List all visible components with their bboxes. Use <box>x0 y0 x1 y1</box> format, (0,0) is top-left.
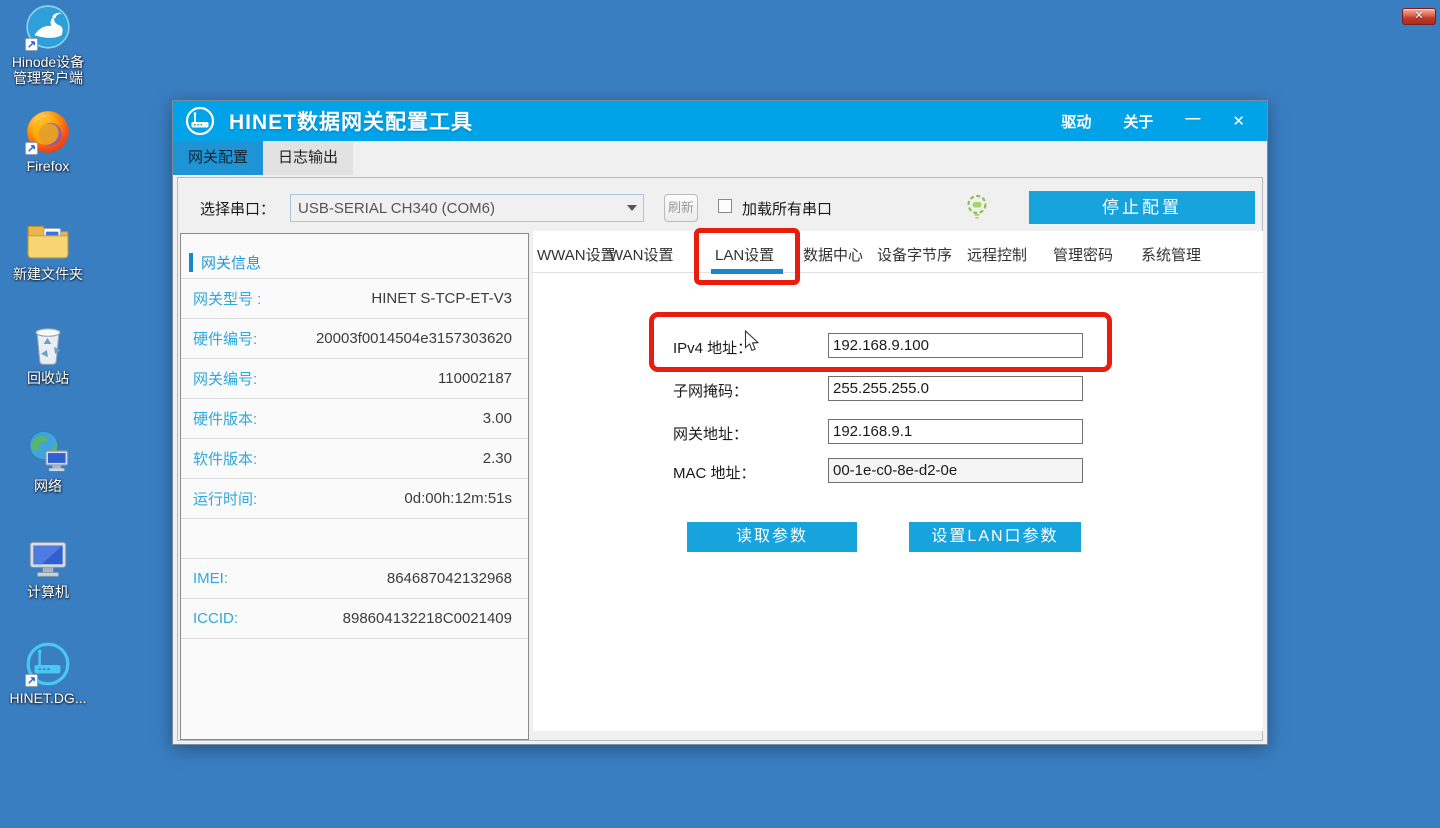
refresh-button[interactable]: 刷新 <box>664 194 698 222</box>
desktop-icon-recycle-bin[interactable]: 回收站 <box>2 320 94 386</box>
shortcut-arrow-icon <box>25 142 38 155</box>
tab-wan-settings[interactable]: WAN设置 <box>609 244 673 265</box>
minimize-button[interactable]: — <box>1185 110 1200 127</box>
about-button[interactable]: 关于 <box>1123 111 1153 132</box>
info-row-empty <box>181 519 528 559</box>
connection-status-icon <box>964 194 990 220</box>
close-button[interactable]: ✕ <box>1232 112 1245 130</box>
tab-byte-order[interactable]: 设备字节序 <box>877 244 952 265</box>
desktop-icon-new-folder[interactable]: 新建文件夹 <box>2 216 94 282</box>
desktop-icon-computer[interactable]: 计算机 <box>2 534 94 600</box>
hinode-client-icon <box>24 4 72 52</box>
desktop-icon-label: Hinode设备 <box>2 54 94 70</box>
desktop-icon-label: 新建文件夹 <box>2 266 94 282</box>
content-frame: 选择串口： USB-SERIAL CH340 (COM6) 刷新 加载所有串口 … <box>177 177 1263 741</box>
serial-port-select[interactable]: USB-SERIAL CH340 (COM6) <box>290 194 644 222</box>
app-window: HINET数据网关配置工具 驱动 关于 — ✕ 网关配置 日志输出 选择串口： … <box>172 100 1268 745</box>
read-params-button[interactable]: 读取参数 <box>687 522 857 552</box>
driver-button[interactable]: 驱动 <box>1061 111 1091 132</box>
desktop-close-button[interactable]: ✕ <box>1402 8 1436 25</box>
desktop-icon-label: 回收站 <box>2 370 94 386</box>
desktop-icon-hinode-client[interactable]: Hinode设备 管理客户端 <box>2 4 94 86</box>
info-row-hardware-id: 硬件编号: 20003f0014504e3157303620 <box>181 319 528 359</box>
gateway-info-header: 网关信息 <box>201 252 261 273</box>
tab-gateway-config[interactable]: 网关配置 <box>173 141 263 175</box>
ipv4-label: IPv4 地址： <box>673 337 752 358</box>
window-title: HINET数据网关配置工具 <box>229 106 473 136</box>
tab-system-management[interactable]: 系统管理 <box>1141 244 1201 265</box>
desktop-icon-hinet-dg[interactable]: HINET.DG... <box>2 640 94 706</box>
tab-data-center[interactable]: 数据中心 <box>803 244 863 265</box>
network-icon <box>24 428 72 476</box>
section-accent-bar <box>189 253 193 272</box>
tab-log-output[interactable]: 日志输出 <box>263 141 353 175</box>
desktop-icon-network[interactable]: 网络 <box>2 428 94 494</box>
desktop-icon-label: HINET.DG... <box>2 690 94 706</box>
tab-lan-settings[interactable]: LAN设置 <box>715 244 774 265</box>
desktop-icon-label: 计算机 <box>2 584 94 600</box>
gateway-addr-input[interactable] <box>828 419 1083 444</box>
chevron-down-icon <box>621 200 643 216</box>
info-row-uptime: 运行时间: 0d:00h:12m:51s <box>181 479 528 519</box>
active-tab-underline <box>711 269 783 274</box>
tab-remote-control[interactable]: 远程控制 <box>967 244 1027 265</box>
info-row-model: 网关型号 : HINET S-TCP-ET-V3 <box>181 279 528 319</box>
mac-addr-input[interactable] <box>828 458 1083 483</box>
tab-wwan-settings[interactable]: WWAN设置 <box>537 244 616 265</box>
shortcut-arrow-icon <box>25 674 38 687</box>
folder-icon <box>24 216 72 264</box>
recycle-bin-icon <box>24 320 72 368</box>
load-all-ports-label: 加载所有串口 <box>742 198 832 219</box>
subnet-mask-label: 子网掩码： <box>673 380 748 401</box>
ipv4-input[interactable] <box>828 333 1083 358</box>
info-row-imei: IMEI: 864687042132968 <box>181 559 528 599</box>
main-tab-bar: 网关配置 日志输出 <box>173 141 1267 175</box>
gateway-info-panel: 网关信息 网关型号 : HINET S-TCP-ET-V3 硬件编号: 2000… <box>180 233 529 740</box>
mac-addr-label: MAC 地址： <box>673 462 756 483</box>
gateway-addr-label: 网关地址： <box>673 423 748 444</box>
computer-icon <box>24 534 72 582</box>
firefox-icon <box>24 108 72 156</box>
titlebar: HINET数据网关配置工具 驱动 关于 — ✕ <box>173 101 1267 141</box>
info-row-iccid: ICCID: 898604132218C0021409 <box>181 599 528 639</box>
load-all-ports-checkbox[interactable] <box>718 199 732 213</box>
info-row-gateway-id: 网关编号: 110002187 <box>181 359 528 399</box>
serial-port-value: USB-SERIAL CH340 (COM6) <box>291 200 621 217</box>
serial-port-label: 选择串口： <box>200 198 275 219</box>
stop-config-button[interactable]: 停止配置 <box>1029 191 1255 224</box>
desktop-icon-label: 网络 <box>2 478 94 494</box>
desktop: Hinode设备 管理客户端 Firefox <box>0 0 1440 828</box>
desktop-icon-firefox[interactable]: Firefox <box>2 108 94 174</box>
desktop-icon-label: 管理客户端 <box>2 70 94 86</box>
set-lan-params-button[interactable]: 设置LAN口参数 <box>909 522 1081 552</box>
settings-panel: WWAN设置 WAN设置 LAN设置 数据中心 设备字节序 远程控制 管理密码 … <box>533 231 1263 731</box>
subnet-mask-input[interactable] <box>828 376 1083 401</box>
router-app-icon <box>185 106 215 136</box>
info-row-sw-version: 软件版本: 2.30 <box>181 439 528 479</box>
shortcut-arrow-icon <box>25 38 38 51</box>
settings-tab-bar: WWAN设置 WAN设置 LAN设置 数据中心 设备字节序 远程控制 管理密码 … <box>533 231 1263 273</box>
tab-admin-password[interactable]: 管理密码 <box>1053 244 1113 265</box>
desktop-icon-label: Firefox <box>2 158 94 174</box>
info-row-hw-version: 硬件版本: 3.00 <box>181 399 528 439</box>
hinet-dg-icon <box>24 640 72 688</box>
